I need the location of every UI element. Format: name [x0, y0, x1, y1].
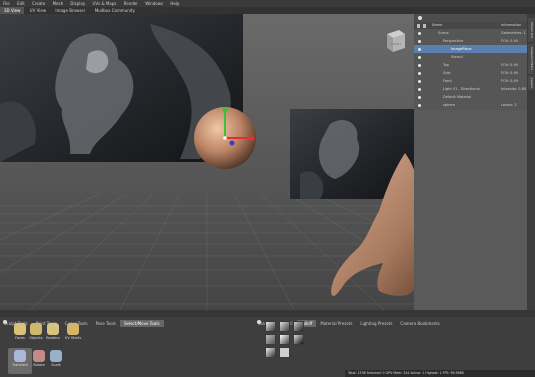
- visibility-icon[interactable]: [418, 63, 421, 67]
- outliner-row-default-material[interactable]: Default Material: [414, 93, 527, 101]
- outliner-row-perspective[interactable]: Perspective FOV: 0.49: [414, 37, 527, 45]
- outliner-row-side[interactable]: Side FOV: 0.49: [414, 69, 527, 77]
- presets-settings-icon[interactable]: [257, 320, 261, 324]
- outliner-toolbar: [414, 14, 527, 22]
- outliner-row-top[interactable]: Top FOV: 0.49: [414, 61, 527, 69]
- side-tab-strip: Object List Viewport Filters Layers: [527, 14, 535, 310]
- tool-uv-shells[interactable]: UV Shells: [61, 321, 85, 347]
- column-information-header[interactable]: Information: [501, 22, 521, 29]
- sphere-mesh: [194, 107, 256, 169]
- view-tab-bar: 3D View UV View Image Browser Mudbox Com…: [0, 7, 535, 14]
- tab-viewport-filters[interactable]: Viewport Filters: [528, 44, 534, 74]
- falloff-preset[interactable]: [279, 347, 290, 358]
- tab-layers[interactable]: Layers: [528, 76, 534, 90]
- menu-uvs-maps[interactable]: UVs & Maps: [92, 0, 116, 7]
- menu-mesh[interactable]: Mesh: [53, 0, 64, 7]
- visibility-icon[interactable]: [418, 55, 421, 59]
- falloff-preset[interactable]: [279, 334, 290, 345]
- tool-tab-bar: Sculpt ToolsPaint ToolsCurve ToolsPose T…: [0, 310, 254, 327]
- visibility-icon[interactable]: [418, 103, 421, 107]
- visibility-icon[interactable]: [418, 47, 421, 51]
- status-bar: Total: 1536 Selected: 0 GPU Mem: 244 Act…: [345, 370, 535, 377]
- menu-render[interactable]: Render: [124, 0, 138, 7]
- menu-create[interactable]: Create: [32, 0, 45, 7]
- visibility-icon[interactable]: [418, 79, 421, 83]
- presets-tab-bar: StampStencilFalloffMaterial PresetsLight…: [254, 310, 535, 327]
- falloff-preset[interactable]: [265, 334, 276, 345]
- outliner-header: Name Information: [414, 22, 527, 29]
- outliner-row-scene[interactable]: Scene Geometries: 1: [414, 29, 527, 37]
- menu-windows[interactable]: Windows: [145, 0, 163, 7]
- outliner-row-light[interactable]: Light 01 - Directional Intensity: 0.80: [414, 85, 527, 93]
- settings-icon[interactable]: [418, 16, 422, 20]
- outliner-row-stencil[interactable]: Stencil: [414, 53, 527, 61]
- tray-settings-icon[interactable]: [3, 320, 7, 324]
- viewport-scene[interactable]: FRONT: [0, 14, 414, 310]
- menu-display[interactable]: Display: [70, 0, 85, 7]
- visibility-icon[interactable]: [418, 39, 421, 43]
- falloff-preset[interactable]: [265, 321, 276, 332]
- menu-bar: File Edit Create Mesh Display UVs & Maps…: [0, 0, 535, 7]
- visibility-header-icon: [417, 23, 420, 28]
- tab-material-presets[interactable]: Material Presets: [316, 320, 356, 327]
- presets-tray: StampStencilFalloffMaterial PresetsLight…: [254, 310, 535, 377]
- falloff-preset[interactable]: [293, 321, 304, 332]
- falloff-preset[interactable]: [265, 347, 276, 358]
- lock-header-icon: [423, 23, 426, 28]
- status-text: Total: 1536 Selected: 0 GPU Mem: 244 Act…: [348, 371, 464, 375]
- tool-tray: Sculpt ToolsPaint ToolsCurve ToolsPose T…: [0, 310, 254, 377]
- falloff-preset[interactable]: [293, 334, 304, 345]
- visibility-icon[interactable]: [418, 31, 421, 35]
- column-name-header[interactable]: Name: [432, 22, 442, 29]
- tool-scale[interactable]: Scale: [44, 348, 68, 374]
- tab-mudbox-community[interactable]: Mudbox Community: [91, 7, 139, 14]
- uv-shells-icon: [67, 323, 79, 335]
- scale-icon: [50, 350, 62, 362]
- translate-icon: [14, 350, 26, 362]
- 3d-viewport[interactable]: FRONT: [0, 14, 414, 310]
- tab-image-browser[interactable]: Image Browser: [51, 7, 89, 14]
- tab-select-move-tools[interactable]: Select/Move Tools: [119, 320, 164, 327]
- falloff-preset[interactable]: [279, 321, 290, 332]
- menu-edit[interactable]: Edit: [17, 0, 25, 7]
- tab-3d-view[interactable]: 3D View: [0, 7, 25, 14]
- tab-lighting-presets[interactable]: Lighting Presets: [356, 320, 396, 327]
- visibility-icon[interactable]: [418, 95, 421, 99]
- tab-pose-tools[interactable]: Pose Tools: [92, 320, 120, 327]
- menu-file[interactable]: File: [3, 0, 10, 7]
- view-cube: FRONT: [387, 30, 405, 52]
- menu-help[interactable]: Help: [170, 0, 179, 7]
- tab-camera-bookmarks[interactable]: Camera Bookmarks: [396, 320, 443, 327]
- tab-object-list[interactable]: Object List: [528, 18, 534, 42]
- outliner-row-imageplane[interactable]: ImagePlane: [414, 45, 527, 53]
- svg-text:FRONT: FRONT: [391, 42, 401, 46]
- outliner-row-sphere[interactable]: sphere Levels: 2: [414, 101, 527, 109]
- outliner-empty-area: [414, 110, 527, 310]
- borders-icon: [47, 323, 59, 335]
- visibility-icon[interactable]: [418, 71, 421, 75]
- tab-uv-view[interactable]: UV View: [26, 7, 50, 14]
- visibility-icon[interactable]: [418, 87, 421, 91]
- outliner-row-front[interactable]: Front FOV: 0.49: [414, 77, 527, 85]
- object-list-panel: Name Information Scene Geometries: 1 Pers…: [414, 14, 527, 310]
